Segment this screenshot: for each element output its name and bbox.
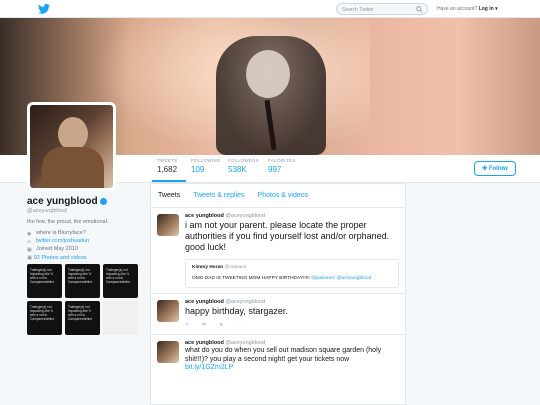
reply-icon[interactable]: ↶ bbox=[185, 323, 191, 328]
search-icon[interactable] bbox=[416, 6, 423, 13]
profile-joined: Joined May 2010 bbox=[36, 246, 78, 252]
tweet-author-handle: @aceyungblood bbox=[225, 299, 266, 305]
profile-bio: the few, the proud, the emotional. bbox=[27, 219, 109, 225]
tweet-actions: ↶ ⇄ ★ ⋯ bbox=[185, 323, 399, 329]
verified-badge-icon bbox=[99, 197, 107, 205]
tweet[interactable]: ace yungblood @aceyungblood what do you … bbox=[151, 335, 405, 376]
twitter-bird-icon[interactable] bbox=[38, 4, 50, 14]
tweet-text: happy birthday, stargazer. bbox=[185, 306, 288, 316]
quote-text: OMG DAD IS TWEETING MOM HAPPY BIRTHDAY!!… bbox=[192, 276, 392, 282]
tab-tweets-replies[interactable]: Tweets & replies bbox=[193, 192, 244, 199]
tweet-author-name[interactable]: ace yungblood bbox=[185, 299, 224, 305]
stat-value: 109 bbox=[191, 165, 205, 174]
avatar-coat bbox=[42, 147, 104, 188]
avatar-face bbox=[58, 117, 88, 151]
photo-thumb[interactable]: Traileger(a) not impacting dire’ it with… bbox=[65, 301, 100, 335]
tab-photos-videos[interactable]: Photos & videos bbox=[258, 192, 309, 199]
photo-thumb[interactable]: Traileger(a) not impacting dire’ it with… bbox=[65, 264, 100, 298]
tweet-avatar[interactable] bbox=[157, 214, 179, 236]
profile-handle: @aceyungblood bbox=[27, 208, 67, 214]
photo-thumb[interactable]: Traileger(a) not impacting dire’ it with… bbox=[27, 264, 62, 298]
stat-value: 1,682 bbox=[157, 165, 178, 174]
tweet-avatar[interactable] bbox=[157, 341, 179, 363]
search-placeholder: Search Twitter bbox=[342, 7, 374, 13]
stat-label: FAVORITES bbox=[268, 158, 296, 163]
login-prompt-text: Have an account? bbox=[437, 6, 478, 12]
quoted-tweet[interactable]: Kimmy Horan @voteace OMG DAD IS TWEETING… bbox=[185, 259, 399, 288]
tweet-header: ace yungblood @aceyungblood bbox=[185, 299, 399, 305]
timeline: Tweets Tweets & replies Photos & videos … bbox=[150, 183, 406, 405]
profile-meta: ◉ where is Blurryface? ∞ twitter.com/joshu… bbox=[27, 229, 142, 253]
location-pin-icon: ◉ bbox=[27, 231, 32, 237]
tweet-author-handle: @aceyungblood bbox=[225, 213, 266, 219]
tweet[interactable]: ace yungblood @aceyungblood i am not you… bbox=[151, 208, 405, 294]
profile-card: ace yungblood @aceyungblood the few, the… bbox=[27, 196, 142, 253]
photo-thumb[interactable]: Traileger(a) not impacting dire’ it with… bbox=[27, 301, 62, 335]
photo-grid: Traileger(a) not impacting dire’ it with… bbox=[27, 264, 138, 335]
stat-label: FOLLOWERS bbox=[228, 158, 259, 163]
stat-value: 997 bbox=[268, 165, 282, 174]
stat-followers[interactable]: FOLLOWERS 538K bbox=[228, 158, 259, 174]
tweet-link[interactable]: bit.ly/1GZm2LP bbox=[185, 364, 399, 371]
link-icon: ∞ bbox=[27, 239, 31, 245]
login-prompt: Have an account? Log in ▾ bbox=[437, 6, 498, 12]
stat-label: FOLLOWING bbox=[191, 158, 221, 163]
quote-body: OMG DAD IS TWEETING MOM HAPPY BIRTHDAY!!… bbox=[192, 276, 312, 281]
login-button[interactable]: Log in ▾ bbox=[479, 6, 498, 12]
profile-website-link[interactable]: twitter.com/joshuadun bbox=[36, 237, 89, 245]
stat-tweets[interactable]: TWEETS 1,682 bbox=[157, 158, 178, 174]
follow-label: Follow bbox=[488, 166, 508, 172]
stat-favorites[interactable]: FAVORITES 997 bbox=[268, 158, 296, 174]
tweet-author-handle: @aceyungblood bbox=[225, 340, 266, 346]
quote-author-handle: @voteace bbox=[224, 265, 247, 270]
more-icon[interactable]: ⋯ bbox=[236, 323, 242, 328]
quote-mentions[interactable]: @joalvarez @aceyungblood bbox=[311, 276, 371, 281]
top-bar: Search Twitter Have an account? Log in ▾ bbox=[0, 0, 540, 18]
camera-icon: ▣ bbox=[27, 255, 33, 261]
tweet-header: ace yungblood @aceyungblood bbox=[185, 340, 399, 346]
photo-thumb[interactable] bbox=[103, 301, 138, 335]
quote-author-name: Kimmy Horan bbox=[192, 265, 224, 270]
search-input[interactable]: Search Twitter bbox=[336, 3, 428, 15]
calendar-icon: ▣ bbox=[27, 247, 32, 253]
tab-tweets[interactable]: Tweets bbox=[158, 192, 180, 199]
profile-name: ace yungblood bbox=[27, 196, 142, 207]
tweet-text: i am not your parent. please locate the … bbox=[185, 220, 390, 252]
photos-and-videos-link[interactable]: ▣ 92 Photos and videos bbox=[27, 255, 87, 261]
tweet-author-name[interactable]: ace yungblood bbox=[185, 340, 224, 346]
profile-location: where is Blurryface? bbox=[36, 230, 86, 236]
retweet-icon[interactable]: ⇄ bbox=[202, 323, 208, 328]
follow-button[interactable]: ✚ Follow bbox=[474, 161, 516, 176]
banner-mask bbox=[246, 50, 290, 98]
tweet[interactable]: ace yungblood @aceyungblood happy birthd… bbox=[151, 294, 405, 335]
avatar[interactable] bbox=[27, 102, 116, 191]
timeline-tabs: Tweets Tweets & replies Photos & videos bbox=[151, 184, 405, 208]
active-stat-underline bbox=[152, 180, 186, 182]
favorite-icon[interactable]: ★ bbox=[219, 323, 225, 328]
stat-value: 538K bbox=[228, 165, 247, 174]
tweet-text: what do you do when you sell out madison… bbox=[185, 347, 382, 363]
stat-following[interactable]: FOLLOWING 109 bbox=[191, 158, 221, 174]
stat-label: TWEETS bbox=[157, 158, 178, 163]
quote-header: Kimmy Horan @voteace bbox=[192, 265, 392, 270]
photo-thumb[interactable]: Traileger(a) not impacting dire’ it with… bbox=[103, 264, 138, 298]
photos-label: 92 Photos and videos bbox=[33, 255, 87, 261]
tweet-author-name[interactable]: ace yungblood bbox=[185, 213, 224, 219]
profile-name-text: ace yungblood bbox=[27, 196, 98, 207]
tweet-avatar[interactable] bbox=[157, 300, 179, 322]
follow-user-icon: ✚ bbox=[482, 166, 488, 172]
tweet-header: ace yungblood @aceyungblood bbox=[185, 213, 399, 219]
